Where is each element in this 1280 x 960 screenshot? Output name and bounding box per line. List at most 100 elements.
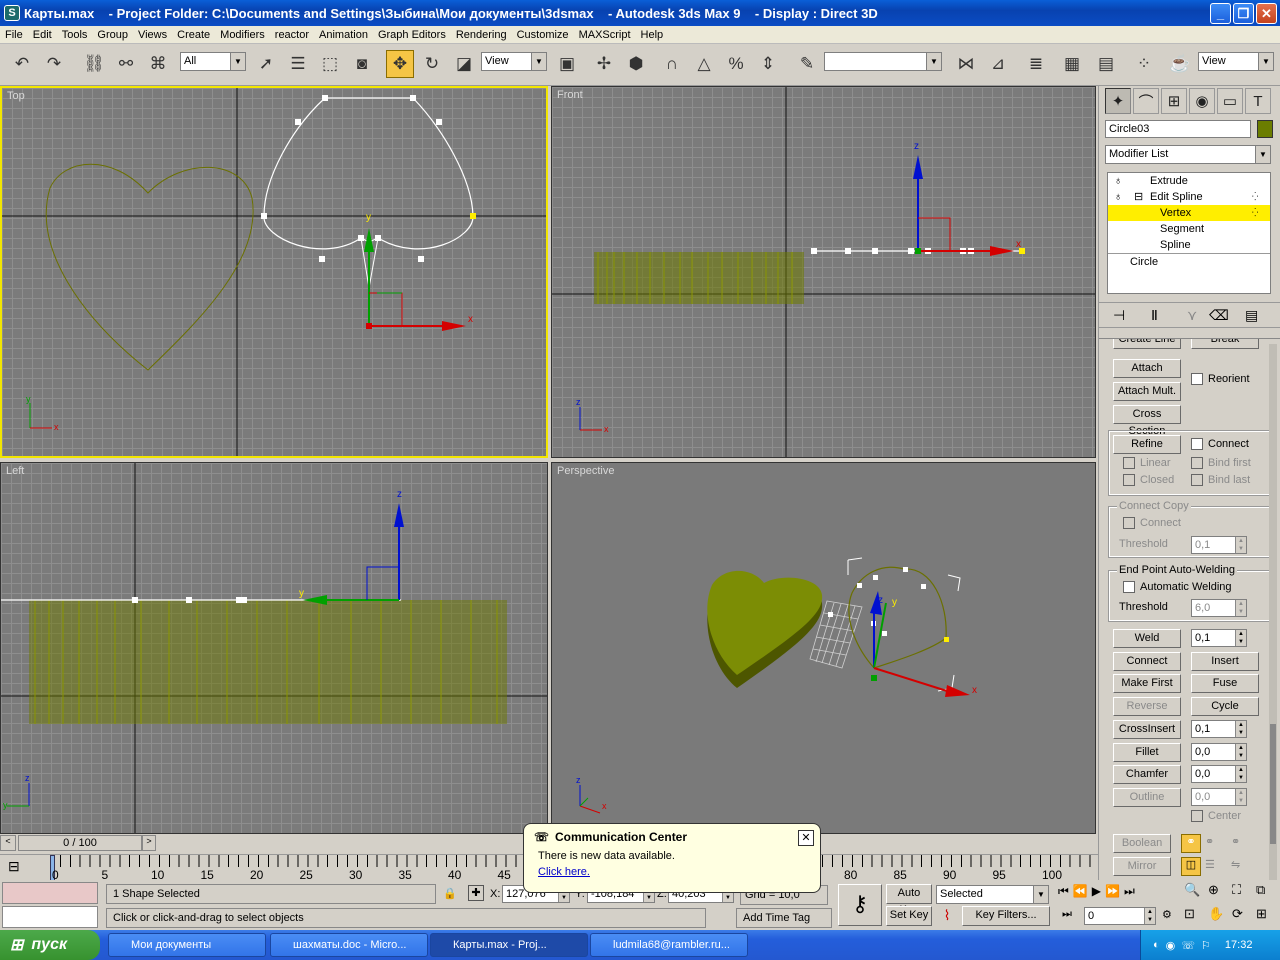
spinner-arrows-icon[interactable]: ▲▼ <box>1235 630 1246 646</box>
viewport-top[interactable]: Top x y y x <box>0 86 548 458</box>
select-by-name-icon[interactable]: ☰ <box>284 50 312 78</box>
vertex-handles[interactable] <box>261 95 442 262</box>
absolute-mode-icon[interactable]: ✚ <box>468 885 484 901</box>
key-filters-button[interactable]: Key Filters... <box>962 906 1050 926</box>
spinner-arrows-icon[interactable]: ▲▼ <box>1235 600 1246 616</box>
viewport-perspective[interactable]: Perspective x y z z x <box>551 462 1096 834</box>
menu-animation[interactable]: Animation <box>314 29 373 41</box>
selection-filter-dropdown[interactable]: All ▼ <box>180 52 246 71</box>
material-editor-icon[interactable]: ⁘ <box>1130 50 1158 78</box>
automatic-welding-checkbox[interactable]: Automatic Welding <box>1123 581 1232 593</box>
menu-graph-editors[interactable]: Graph Editors <box>373 29 451 41</box>
attach-button[interactable]: Attach <box>1113 359 1181 378</box>
crossinsert-button[interactable]: CrossInsert <box>1113 720 1181 739</box>
fillet-spinner[interactable]: 0,0 ▲ ▼ <box>1191 743 1247 761</box>
object-name-field[interactable]: Circle03 <box>1105 120 1251 138</box>
stack-item-circle[interactable]: Circle <box>1108 253 1270 269</box>
select-and-rotate-icon[interactable]: ↻ <box>418 50 446 78</box>
unlink-icon[interactable]: ⚯ <box>112 50 140 78</box>
pivot-center-icon[interactable]: ▣ <box>553 50 581 78</box>
percent-snap-icon[interactable]: % <box>722 50 750 78</box>
fuse-button[interactable]: Fuse <box>1191 674 1259 693</box>
stack-item-edit-spline[interactable]: ♁ ⊟ Edit Spline ⁛ <box>1108 189 1270 205</box>
boolean-intersect-icon[interactable]: ⚭ <box>1231 835 1240 848</box>
remove-modifier-icon[interactable]: ⌫ <box>1209 307 1229 324</box>
bind-first-checkbox[interactable]: Bind first <box>1191 457 1251 469</box>
select-and-link-icon[interactable]: ⛓ <box>80 50 108 78</box>
tray-icon-4[interactable]: ⚐ <box>1201 939 1211 952</box>
lightbulb-icon[interactable]: ♁ <box>1114 173 1122 189</box>
tray-icon-2[interactable]: ◉ <box>1166 939 1176 952</box>
menu-edit[interactable]: Edit <box>28 29 57 41</box>
refine-button[interactable]: Refine <box>1113 435 1181 454</box>
viewport-left[interactable]: Left y z z y <box>0 462 548 834</box>
menu-help[interactable]: Help <box>636 29 669 41</box>
layer-manager-icon[interactable]: ≣ <box>1022 50 1050 78</box>
snaps-toggle-icon[interactable]: ∩ <box>658 50 686 78</box>
time-slider-left-icon[interactable]: < <box>0 835 16 851</box>
welding-threshold-spinner[interactable]: 6,0 ▲ ▼ <box>1191 599 1247 617</box>
fillet-button[interactable]: Fillet <box>1113 743 1181 762</box>
connect-button[interactable]: Connect <box>1113 652 1181 671</box>
viewport-front[interactable]: Front x z z x <box>551 86 1096 458</box>
task-word-document[interactable]: шахматы.doc - Micro... <box>270 933 428 957</box>
tray-icon-1[interactable]: ◐ <box>1153 939 1160 951</box>
display-tab-icon[interactable]: ▭ <box>1217 88 1243 114</box>
time-config-icon[interactable]: ⚙ <box>1162 908 1172 921</box>
outline-button[interactable]: Outline <box>1113 788 1181 807</box>
linear-checkbox[interactable]: Linear <box>1123 457 1171 469</box>
menu-customize[interactable]: Customize <box>512 29 574 41</box>
menu-views[interactable]: Views <box>133 29 172 41</box>
add-time-tag[interactable]: Add Time Tag <box>736 908 832 928</box>
mini-curve-editor-icon[interactable]: ⊟ <box>8 858 20 875</box>
scrollbar-thumb[interactable] <box>1270 724 1276 844</box>
time-slider-right-icon[interactable]: > <box>142 835 156 851</box>
panel-scrollbar[interactable] <box>1269 344 1277 924</box>
boolean-union-icon[interactable]: ⚭ <box>1181 834 1201 853</box>
key-mode-dropdown[interactable]: Selected ▼ <box>936 885 1049 904</box>
cycle-button[interactable]: Cycle <box>1191 697 1259 716</box>
object-color-swatch[interactable] <box>1257 120 1273 138</box>
select-and-scale-icon[interactable]: ◪ <box>450 50 478 78</box>
key-mode-toggle-icon[interactable]: ⏭ <box>1062 908 1072 921</box>
zoom-extents-all-icon[interactable]: ⧉ <box>1256 882 1278 904</box>
menu-modifiers[interactable]: Modifiers <box>215 29 270 41</box>
rectangular-selection-icon[interactable]: ⬚ <box>316 50 344 78</box>
attach-mult-button[interactable]: Attach Mult. <box>1113 382 1181 401</box>
minimize-button[interactable]: _ <box>1210 3 1231 24</box>
bind-last-checkbox[interactable]: Bind last <box>1191 474 1250 486</box>
spline-perspective[interactable] <box>848 566 947 669</box>
mirror-horizontal-icon[interactable]: ◫ <box>1181 857 1201 876</box>
curve-editor-icon[interactable]: ▦ <box>1058 50 1086 78</box>
spinner-arrows-icon[interactable]: ▲▼ <box>1235 766 1246 782</box>
weld-spinner[interactable]: 0,1 ▲ ▼ <box>1191 629 1247 647</box>
insert-button[interactable]: Insert <box>1191 652 1259 671</box>
heart-shape[interactable] <box>45 163 254 371</box>
zoom-region-icon[interactable]: ⊡ <box>1184 906 1206 928</box>
redo-icon[interactable]: ↷ <box>40 50 68 78</box>
zoom-all-icon[interactable]: ⊕ <box>1208 882 1230 904</box>
motion-tab-icon[interactable]: ◉ <box>1189 88 1215 114</box>
lightbulb-icon[interactable]: ♁ <box>1114 189 1122 205</box>
render-view-dropdown[interactable]: View ▼ <box>1198 52 1274 71</box>
mirror-vertical-icon[interactable]: ☰ <box>1205 858 1215 871</box>
previous-frame-icon[interactable]: ⏪ <box>1073 884 1088 904</box>
menu-group[interactable]: Group <box>92 29 133 41</box>
hierarchy-tab-icon[interactable]: ⊞ <box>1161 88 1187 114</box>
angle-snap-icon[interactable]: △ <box>690 50 718 78</box>
reverse-button[interactable]: Reverse <box>1113 697 1181 716</box>
time-slider-thumb[interactable]: 0 / 100 <box>18 835 142 851</box>
lock-icon[interactable]: 🔒 <box>443 887 457 900</box>
connect-copy-checkbox[interactable]: Connect <box>1123 517 1181 529</box>
select-and-move-icon[interactable]: ✥ <box>386 50 414 78</box>
balloon-link[interactable]: Click here. <box>534 866 810 878</box>
undo-icon[interactable]: ↶ <box>8 50 36 78</box>
menu-rendering[interactable]: Rendering <box>451 29 512 41</box>
maxscript-listener-pink[interactable] <box>2 882 98 904</box>
auto-key-button[interactable]: Auto Key <box>886 884 932 916</box>
show-end-result-icon[interactable]: Ⅱ <box>1151 307 1158 324</box>
create-tab-icon[interactable]: ✦ <box>1105 88 1131 114</box>
modifier-list-dropdown[interactable]: Modifier List ▼ <box>1105 145 1271 164</box>
play-icon[interactable]: ▶ <box>1092 884 1101 904</box>
set-key-big-icon[interactable]: ⚷ <box>838 884 882 926</box>
